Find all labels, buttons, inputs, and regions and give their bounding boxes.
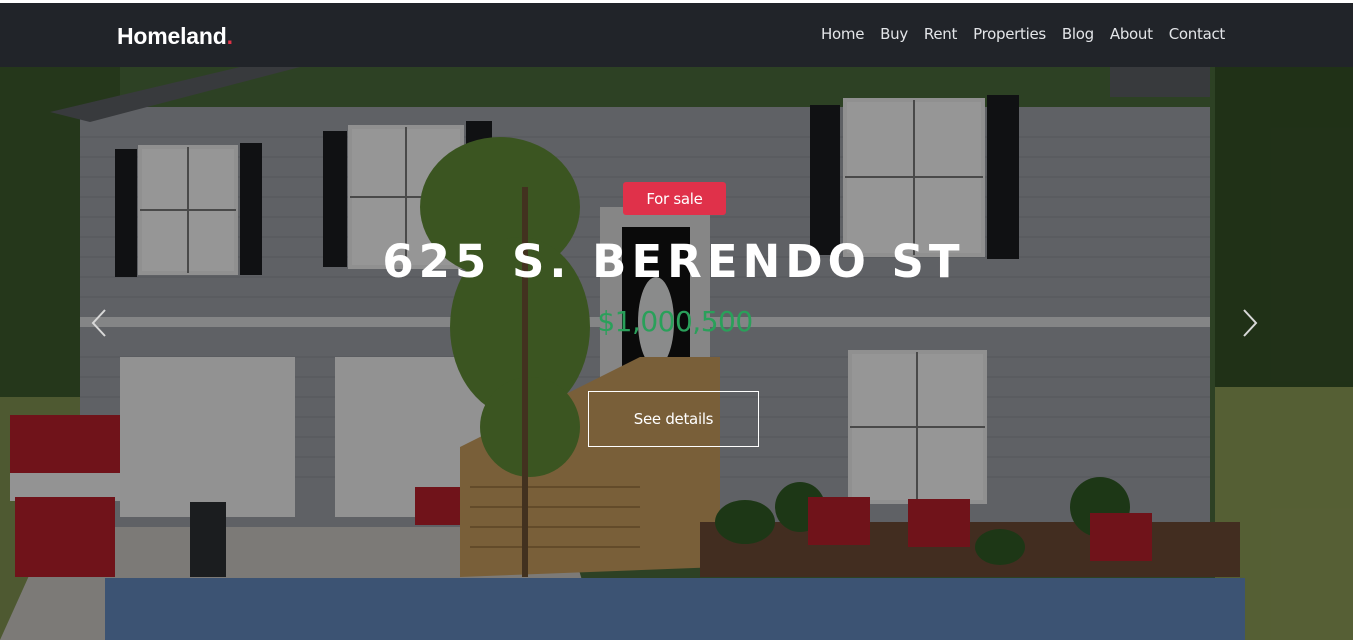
property-price: $1,000,500	[597, 305, 753, 338]
logo-text: Homeland	[117, 23, 227, 49]
main-nav: Home Buy Rent Properties Blog About Cont…	[805, 25, 1225, 43]
logo-dot: .	[226, 23, 233, 49]
nav-home[interactable]: Home	[821, 25, 864, 43]
hero-carousel: For sale 625 S. BERENDO ST $1,000,500 Se…	[0, 67, 1353, 640]
site-logo[interactable]: Homeland.	[117, 23, 233, 50]
carousel-prev-button[interactable]	[88, 308, 112, 338]
nav-contact[interactable]: Contact	[1169, 25, 1226, 43]
nav-rent[interactable]: Rent	[924, 25, 957, 43]
property-title: 625 S. BERENDO ST	[382, 235, 965, 288]
nav-about[interactable]: About	[1110, 25, 1153, 43]
chevron-right-icon	[1243, 309, 1258, 337]
chevron-left-icon	[91, 309, 106, 337]
for-sale-badge: For sale	[623, 182, 726, 215]
nav-properties[interactable]: Properties	[973, 25, 1046, 43]
site-navbar: Homeland. Home Buy Rent Properties Blog …	[0, 3, 1353, 67]
see-details-button[interactable]: See details	[588, 391, 759, 447]
nav-blog[interactable]: Blog	[1062, 25, 1094, 43]
nav-buy[interactable]: Buy	[880, 25, 908, 43]
carousel-next-button[interactable]	[1238, 308, 1262, 338]
search-panel	[105, 578, 1245, 640]
hero-dark-overlay	[0, 67, 1353, 640]
